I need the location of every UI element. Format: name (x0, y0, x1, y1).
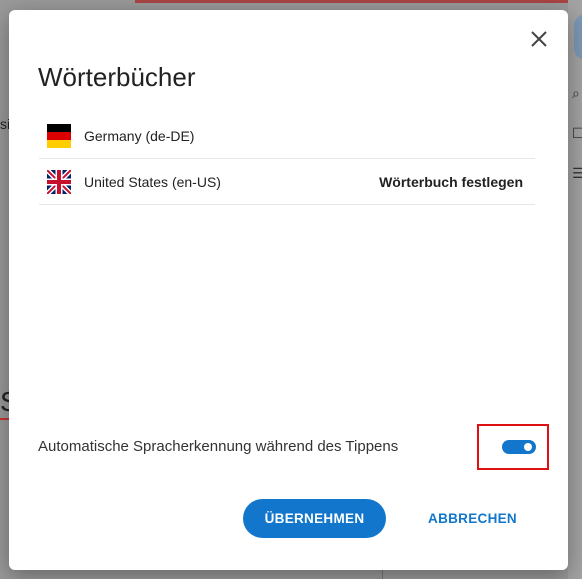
dialog-title: Wörterbücher (38, 62, 196, 92)
close-icon (531, 31, 547, 47)
auto-detect-label: Automatische Spracherkennung während des… (38, 438, 399, 455)
background-checkbox-icon: ☐ (572, 126, 582, 142)
apply-button[interactable]: ÜBERNEHMEN (243, 499, 386, 538)
dictionary-list: Germany (de-DE) United States (en-US) Wö… (39, 113, 535, 205)
germany-flag-icon (47, 123, 71, 148)
background-list-icon: ☰ (572, 166, 582, 182)
background-search-icon: ⌕ (572, 86, 580, 102)
dictionary-row-de-de[interactable]: Germany (de-DE) (39, 113, 535, 159)
dictionaries-dialog: Wörterbücher Germany (de-DE) United Stat… (9, 10, 568, 570)
dictionary-label: United States (en-US) (84, 173, 221, 190)
set-dictionary-link[interactable]: Wörterbuch festlegen (379, 174, 523, 190)
background-avatar (574, 14, 582, 60)
toggle-knob (524, 443, 532, 451)
background-accent-line (135, 0, 575, 3)
dictionary-row-en-us[interactable]: United States (en-US) Wörterbuch festleg… (39, 159, 535, 205)
cancel-button[interactable]: ABBRECHEN (414, 499, 531, 538)
close-button[interactable] (528, 28, 550, 50)
uk-flag-icon (47, 169, 71, 194)
dictionary-label: Germany (de-DE) (84, 127, 195, 144)
auto-detect-toggle[interactable] (502, 440, 536, 454)
